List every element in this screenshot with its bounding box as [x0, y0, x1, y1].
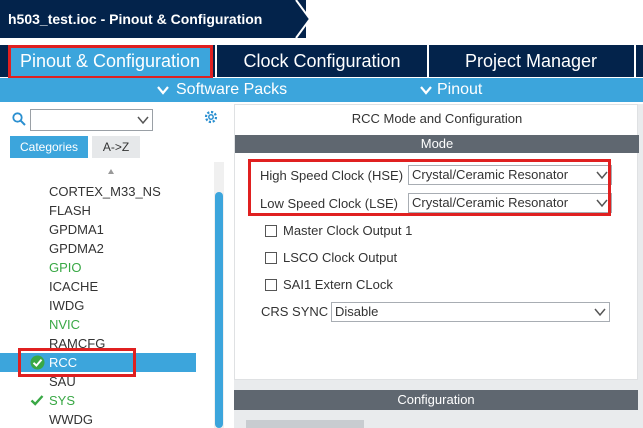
lsco-clock-output-label: LSCO Clock Output — [283, 250, 398, 265]
title-bar: h503_test.ioc - Pinout & Configuration — [0, 0, 643, 38]
highlight-box-clock-sources — [248, 159, 611, 216]
list-item[interactable]: GPIO — [0, 258, 196, 277]
chevron-down-icon — [420, 86, 432, 95]
rcc-panel: RCC Mode and Configuration Mode High Spe… — [234, 104, 643, 428]
tab-clock-configuration[interactable]: Clock Configuration — [217, 45, 427, 77]
panel-title: RCC Mode and Configuration — [351, 111, 523, 126]
tab-a-to-z[interactable]: A->Z — [92, 136, 140, 158]
gear-icon[interactable] — [203, 109, 219, 125]
software-packs-menu[interactable]: Software Packs — [176, 78, 287, 102]
highlight-box-tab — [8, 45, 213, 79]
chevron-down-icon — [157, 86, 169, 95]
tab-project-manager[interactable]: Project Manager — [429, 45, 633, 77]
list-item[interactable]: IWDG — [0, 296, 196, 315]
list-item[interactable]: GPDMA1 — [0, 220, 196, 239]
list-item[interactable]: CORTEX_M33_NS — [0, 182, 196, 201]
crs-sync-select[interactable]: Disable — [331, 302, 610, 322]
breadcrumb[interactable]: h503_test.ioc - Pinout & Configuration — [0, 0, 306, 38]
breadcrumb-arrow-icon — [286, 0, 310, 38]
scroll-up-icon[interactable] — [107, 168, 115, 176]
scrollbar-thumb[interactable] — [215, 192, 223, 428]
list-item[interactable]: FLASH — [0, 201, 196, 220]
list-item[interactable]: GPDMA2 — [0, 239, 196, 258]
crs-sync-label: CRS SYNC — [261, 304, 329, 319]
mode-panel: RCC Mode and Configuration Mode High Spe… — [234, 104, 639, 380]
master-clock-output-label: Master Clock Output 1 — [283, 223, 413, 238]
chevron-down-icon — [137, 116, 149, 125]
left-panel: Categories A->Z CORTEX_M33_NS FLASH GPDM… — [0, 104, 226, 428]
list-item[interactable]: NVIC — [0, 315, 196, 334]
configuration-content — [246, 420, 364, 428]
highlight-box-rcc — [18, 348, 136, 377]
sai1-extern-clock-checkbox[interactable] — [265, 279, 277, 291]
check-icon — [30, 395, 44, 406]
configuration-header: Configuration — [234, 390, 638, 410]
search-input[interactable] — [30, 109, 153, 131]
master-clock-output-checkbox[interactable] — [265, 225, 277, 237]
sai1-extern-clock-label: SAI1 Extern CLock — [283, 277, 393, 292]
list-item[interactable]: WWDG — [0, 410, 196, 428]
tab-categories[interactable]: Categories — [10, 136, 88, 158]
sub-menu-bar: Software Packs Pinout — [0, 78, 643, 102]
crs-sync-value: Disable — [335, 304, 379, 319]
pinout-menu[interactable]: Pinout — [437, 78, 482, 102]
list-item[interactable]: ICACHE — [0, 277, 196, 296]
mode-header: Mode — [235, 135, 639, 153]
lsco-clock-output-checkbox[interactable] — [265, 252, 277, 264]
chevron-down-icon — [594, 308, 606, 317]
tab-divider — [634, 45, 636, 77]
search-icon — [12, 112, 26, 126]
